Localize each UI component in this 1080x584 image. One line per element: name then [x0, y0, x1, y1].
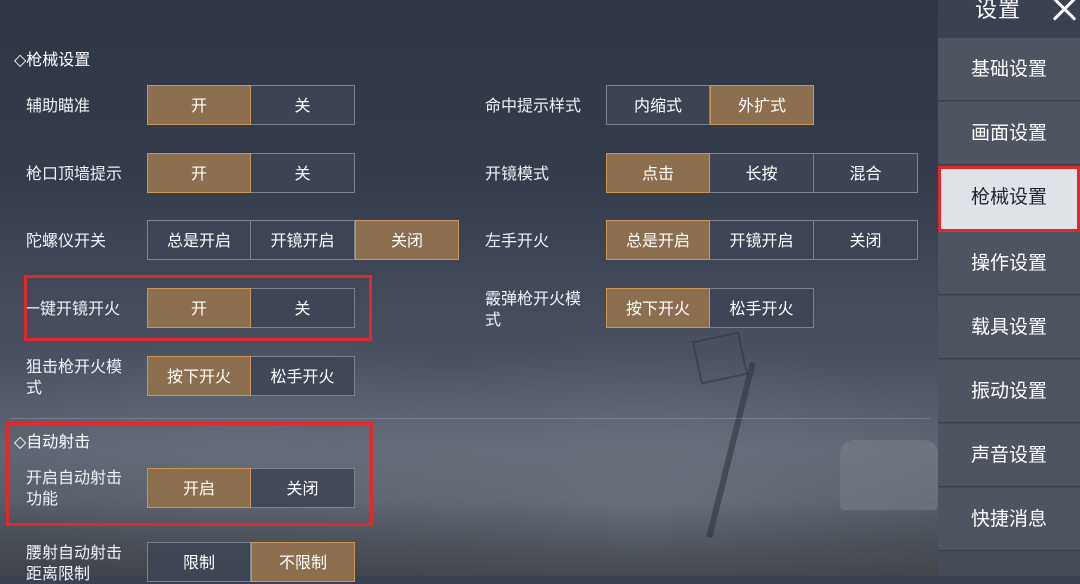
sidebar-item-quick-messages[interactable]: 快捷消息 [938, 488, 1080, 551]
scope-mode-selector: 点击 长按 混合 [606, 153, 918, 193]
hit-indicator-selector: 内缩式 外扩式 [606, 85, 814, 125]
scope-mode-tap-option[interactable]: 点击 [606, 153, 710, 193]
gyroscope-selector: 总是开启 开镜开启 关闭 [147, 220, 459, 260]
muzzle-wall-off-option[interactable]: 关 [251, 153, 355, 193]
shotgun-fire-mode-label-line1: 霰弹枪开火模 [485, 289, 582, 308]
shotgun-fire-mode-selector: 按下开火 松手开火 [606, 288, 814, 328]
aim-assist-toggle: 开 关 [147, 85, 355, 125]
left-hand-fire-label: 左手开火 [485, 231, 550, 250]
hit-indicator-outer-option[interactable]: 外扩式 [710, 85, 814, 125]
shotgun-release-fire-option[interactable]: 松手开火 [710, 288, 814, 328]
left-hand-fire-off-option[interactable]: 关闭 [814, 220, 918, 260]
hit-indicator-label: 命中提示样式 [485, 96, 582, 115]
gyroscope-always-option[interactable]: 总是开启 [147, 220, 251, 260]
sniper-release-fire-option[interactable]: 松手开火 [251, 356, 355, 396]
sidebar-item-sound[interactable]: 声音设置 [938, 424, 1080, 487]
scope-mode-label: 开镜模式 [485, 164, 550, 183]
scope-mode-mixed-option[interactable]: 混合 [814, 153, 918, 193]
sniper-press-fire-option[interactable]: 按下开火 [147, 356, 251, 396]
hip-auto-fire-label-line2: 距离限制 [26, 564, 91, 583]
shotgun-press-fire-option[interactable]: 按下开火 [606, 288, 710, 328]
section-divider [10, 418, 930, 419]
muzzle-wall-toggle: 开 关 [147, 153, 355, 193]
settings-sidebar: 基础设置 画面设置 枪械设置 操作设置 载具设置 振动设置 声音设置 快捷消息 [938, 38, 1080, 576]
background-vehicle [840, 440, 938, 510]
sniper-fire-mode-label: 狙击枪开火模 式 [26, 356, 122, 398]
aim-assist-on-option[interactable]: 开 [147, 85, 251, 125]
hip-auto-fire-selector: 限制 不限制 [147, 542, 355, 582]
sidebar-item-vehicle[interactable]: 载具设置 [938, 296, 1080, 359]
muzzle-wall-label: 枪口顶墙提示 [26, 164, 123, 183]
hip-auto-fire-label: 腰射自动射击 距离限制 [26, 542, 122, 584]
close-icon[interactable] [1048, 0, 1080, 26]
section-title-firearms: ◇枪械设置 [14, 50, 91, 69]
aim-assist-off-option[interactable]: 关 [251, 85, 355, 125]
sidebar-item-basic[interactable]: 基础设置 [938, 38, 1080, 101]
sniper-fire-mode-selector: 按下开火 松手开火 [147, 356, 355, 396]
hit-indicator-inner-option[interactable]: 内缩式 [606, 85, 710, 125]
sidebar-item-firearms[interactable]: 枪械设置 [938, 166, 1080, 232]
left-hand-fire-selector: 总是开启 开镜开启 关闭 [606, 220, 918, 260]
shotgun-fire-mode-label-line2: 式 [485, 310, 502, 329]
sniper-fire-mode-label-line2: 式 [26, 378, 43, 397]
hip-auto-fire-nolimit-option[interactable]: 不限制 [251, 542, 355, 582]
shotgun-fire-mode-label: 霰弹枪开火模 式 [485, 288, 581, 330]
sidebar-item-controls[interactable]: 操作设置 [938, 232, 1080, 295]
sidebar-item-graphics[interactable]: 画面设置 [938, 102, 1080, 165]
sidebar-item-vibration[interactable]: 振动设置 [938, 360, 1080, 423]
left-hand-fire-scope-option[interactable]: 开镜开启 [710, 220, 814, 260]
sniper-fire-mode-label-line1: 狙击枪开火模 [26, 357, 123, 376]
highlight-box-one-key [24, 275, 372, 341]
gyroscope-off-option[interactable]: 关闭 [355, 220, 459, 260]
page-title: 设置 [975, 0, 1022, 23]
left-hand-fire-always-option[interactable]: 总是开启 [606, 220, 710, 260]
hip-auto-fire-limit-option[interactable]: 限制 [147, 542, 251, 582]
highlight-box-auto-fire [6, 422, 373, 526]
hip-auto-fire-label-line1: 腰射自动射击 [26, 543, 123, 562]
aim-assist-label: 辅助瞄准 [26, 96, 91, 115]
gyroscope-label: 陀螺仪开关 [26, 231, 107, 250]
gyroscope-scope-option[interactable]: 开镜开启 [251, 220, 355, 260]
muzzle-wall-on-option[interactable]: 开 [147, 153, 251, 193]
scope-mode-hold-option[interactable]: 长按 [710, 153, 814, 193]
